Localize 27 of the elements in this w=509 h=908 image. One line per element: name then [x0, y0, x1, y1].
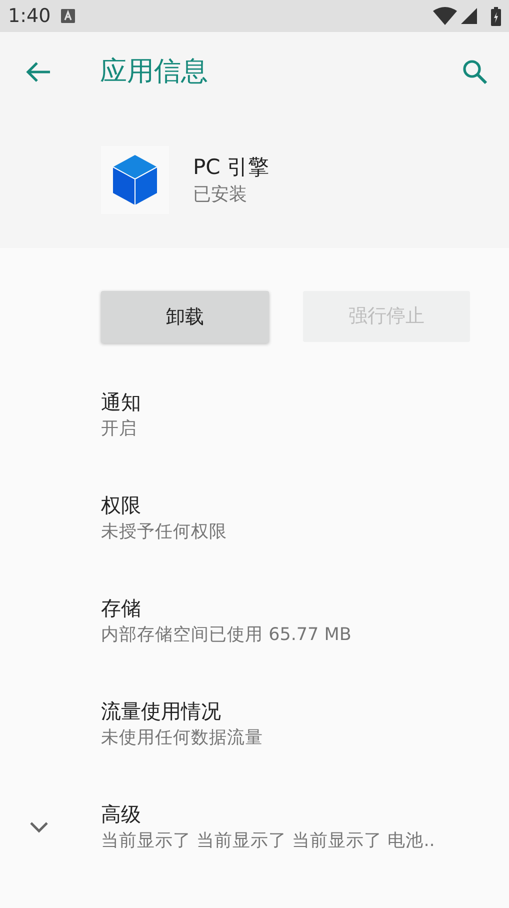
- setting-summary: 未授予任何权限: [101, 520, 227, 544]
- app-name: PC 引擎: [193, 154, 270, 181]
- setting-title: 权限: [101, 492, 142, 518]
- app-icon: [101, 146, 169, 214]
- notification-icon: [60, 9, 75, 23]
- setting-title: 高级: [101, 800, 142, 828]
- signal-icon: [461, 8, 477, 24]
- setting-title: 流量使用情况: [101, 698, 222, 724]
- back-arrow-icon: [25, 61, 51, 83]
- wifi-icon: [433, 7, 457, 25]
- action-button[interactable]: 卸载: [101, 291, 269, 343]
- page-title: 应用信息: [100, 54, 209, 89]
- setting-summary: 内部存储空间已使用 65.77 MB: [101, 624, 352, 646]
- setting-title: 通知: [101, 388, 141, 416]
- battery-icon: [491, 6, 501, 26]
- settings-item[interactable]: 流量使用情况 未使用任何数据流量: [0, 672, 509, 775]
- status-time: 1:40: [8, 6, 51, 26]
- app-status: 已安装: [193, 183, 248, 207]
- search-icon: [462, 59, 488, 85]
- setting-summary: 当前显示了 当前显示了 当前显示了 电池..: [101, 830, 435, 852]
- setting-summary: 未使用任何数据流量: [101, 726, 263, 750]
- settings-item[interactable]: 权限 未授予任何权限: [0, 466, 509, 569]
- settings-item[interactable]: 高级 当前显示了 当前显示了 当前显示了 电池..: [0, 775, 509, 878]
- settings-item[interactable]: 存储 内部存储空间已使用 65.77 MB: [0, 569, 509, 672]
- setting-title: 存储: [101, 594, 142, 622]
- setting-summary: 开启: [101, 418, 138, 440]
- settings-item[interactable]: 通知 开启: [0, 363, 509, 466]
